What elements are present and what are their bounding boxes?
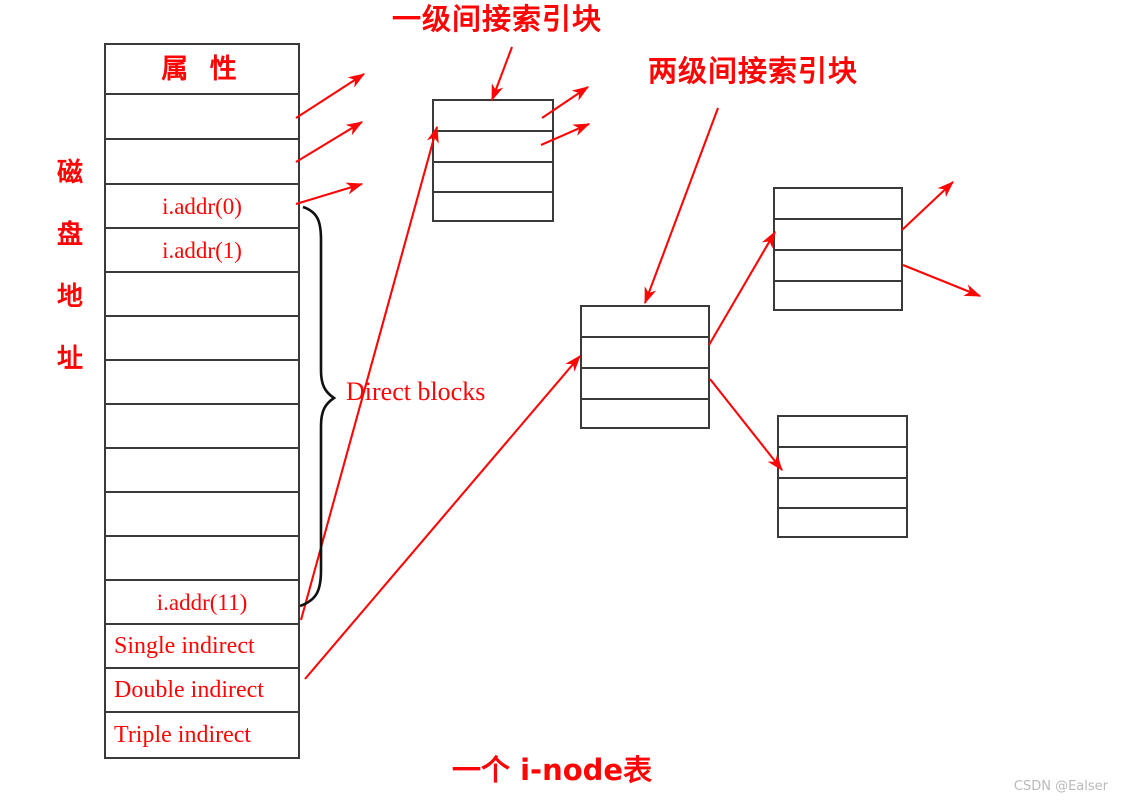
disk-address-char-3: 地: [56, 282, 83, 312]
index-block-row: [779, 448, 906, 479]
disk-address-vertical-label: 磁 盘 地 址: [50, 160, 90, 408]
index-block-row: [779, 479, 906, 510]
caption-suffix: 表: [623, 753, 653, 787]
second-level-index-block-label: 两级间接索引块: [648, 54, 859, 88]
inode-row-blank-9: [106, 537, 298, 581]
arrow-primary-to-upper-block: [708, 230, 776, 346]
index-block-row: [582, 307, 708, 338]
inode-row-addr-1: i.addr(1): [106, 229, 298, 273]
index-block-row: [434, 193, 552, 224]
inode-row-single-indirect: Single indirect: [106, 625, 298, 669]
arrow-attr-row-1: [295, 73, 366, 119]
inode-table: 属 性 i.addr(0) i.addr(1) i.addr(11) Singl…: [104, 43, 300, 759]
inode-row-blank-1: [106, 95, 298, 140]
index-block-row: [779, 417, 906, 448]
index-block-row: [775, 251, 901, 282]
inode-row-blank-8: [106, 493, 298, 537]
inode-row-attributes: 属 性: [106, 45, 298, 95]
diagram-canvas: 磁 盘 地 址 属 性 i.addr(0) i.addr(1) i.addr(1…: [0, 0, 1122, 800]
inode-row-blank-3: [106, 273, 298, 317]
index-block-row: [582, 338, 708, 369]
arrow-primary-to-lower-block: [709, 378, 783, 471]
inode-row-double-indirect: Double indirect: [106, 669, 298, 713]
disk-address-char-4: 址: [56, 344, 83, 374]
caption-prefix: 一个: [452, 753, 521, 787]
second-level-index-block-primary: [580, 305, 710, 429]
arrow-first-level-label-pointer: [491, 46, 513, 102]
arrow-upper-block-out-1: [901, 181, 954, 231]
diagram-caption: 一个 i-node表: [452, 756, 652, 785]
caption-mono: i-node: [520, 753, 624, 787]
first-level-index-block-label: 一级间接索引块: [392, 2, 603, 36]
inode-row-blank-4: [106, 317, 298, 361]
direct-blocks-label: Direct blocks: [346, 377, 486, 406]
watermark: CSDN @Ealser: [1013, 779, 1108, 794]
index-block-row: [434, 163, 552, 194]
arrow-attr-row-2: [295, 121, 364, 163]
disk-address-char-1: 磁: [56, 158, 83, 188]
direct-blocks-brace: [299, 205, 337, 608]
index-block-row: [582, 400, 708, 431]
inode-row-blank-2: [106, 140, 298, 185]
index-block-row: [434, 132, 552, 163]
index-block-row: [434, 101, 552, 132]
inode-row-blank-5: [106, 361, 298, 405]
index-block-row: [775, 282, 901, 313]
arrow-single-indirect-to-block: [299, 125, 439, 621]
inode-row-addr-0: i.addr(0): [106, 185, 298, 229]
index-block-row: [775, 189, 901, 220]
arrow-upper-block-out-2: [902, 264, 982, 297]
arrow-second-level-label-pointer: [644, 107, 719, 305]
second-level-index-block-upper: [773, 187, 903, 311]
arrow-attr-row-3: [295, 182, 364, 206]
index-block-row: [582, 369, 708, 400]
inode-row-triple-indirect: Triple indirect: [114, 722, 252, 748]
inode-row-blank-7: [106, 449, 298, 493]
first-level-index-block: [432, 99, 554, 222]
index-block-row: [779, 509, 906, 540]
inode-row-addr-11: i.addr(11): [106, 581, 298, 625]
index-block-row: [775, 220, 901, 251]
inode-row-blank-6: [106, 405, 298, 449]
second-level-index-block-lower: [777, 415, 908, 538]
disk-address-char-2: 盘: [56, 220, 83, 250]
